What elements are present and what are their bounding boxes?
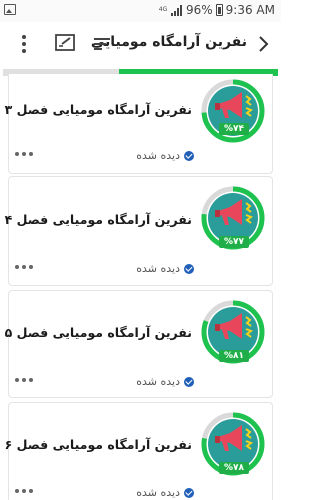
gallery-icon bbox=[4, 4, 16, 15]
seen-status: دیده شده bbox=[136, 149, 194, 162]
more-options-icon[interactable] bbox=[15, 152, 35, 160]
check-circle-icon bbox=[184, 263, 194, 274]
check-circle-icon bbox=[184, 376, 194, 387]
seen-status: دیده شده bbox=[136, 262, 194, 275]
seen-label: دیده شده bbox=[136, 262, 180, 275]
status-bar-right: 4G 96% 9:36 AM bbox=[158, 3, 275, 17]
more-options-icon[interactable] bbox=[15, 378, 35, 386]
progress-badge: %۸۱ bbox=[218, 350, 249, 362]
battery-percent: 96% bbox=[186, 3, 213, 17]
clock: 9:36 AM bbox=[225, 3, 275, 17]
signal-icon bbox=[171, 4, 183, 16]
battery-icon bbox=[215, 4, 223, 16]
seen-label: دیده شده bbox=[136, 375, 180, 388]
back-chevron-icon[interactable] bbox=[253, 34, 273, 54]
seen-status: دیده شده bbox=[136, 486, 194, 499]
app-bar: نفرین آرامگاه مومیایی bbox=[0, 22, 281, 66]
check-circle-icon bbox=[184, 487, 194, 498]
note-edit-icon[interactable] bbox=[54, 32, 76, 54]
episode-title: نفرین آرامگاه مومیایی فصل ۴ bbox=[4, 212, 192, 227]
seen-label: دیده شده bbox=[136, 149, 180, 162]
sort-icon[interactable] bbox=[92, 34, 112, 54]
episode-card[interactable]: %۸۱ نفرین آرامگاه مومیایی فصل ۵ دیده شده bbox=[4, 290, 273, 398]
progress-badge: %۷۴ bbox=[218, 123, 249, 135]
seen-status: دیده شده bbox=[136, 375, 194, 388]
episode-card[interactable]: %۷۷ نفرین آرامگاه مومیایی فصل ۴ دیده شده bbox=[4, 176, 273, 286]
progress-badge: %۷۸ bbox=[218, 462, 249, 474]
episode-card[interactable]: %۷۴ نفرین آرامگاه مومیایی فصل ۳ دیده شده bbox=[4, 74, 273, 174]
progress-badge: %۷۷ bbox=[218, 236, 249, 248]
episode-title: نفرین آرامگاه مومیایی فصل ۳ bbox=[4, 102, 192, 117]
episode-title: نفرین آرامگاه مومیایی فصل ۵ bbox=[4, 325, 192, 340]
more-vert-icon[interactable] bbox=[18, 33, 30, 55]
more-options-icon[interactable] bbox=[15, 489, 35, 497]
check-circle-icon bbox=[184, 150, 194, 161]
episode-title: نفرین آرامگاه مومیایی فصل ۶ bbox=[4, 437, 192, 452]
more-options-icon[interactable] bbox=[15, 265, 35, 273]
status-bar: 4G 96% 9:36 AM bbox=[0, 0, 281, 22]
episode-card[interactable]: %۷۸ نفرین آرامگاه مومیایی فصل ۶ دیده شده bbox=[4, 402, 273, 500]
network-type: 4G bbox=[158, 6, 168, 13]
page-title: نفرین آرامگاه مومیایی bbox=[90, 34, 247, 50]
seen-label: دیده شده bbox=[136, 486, 180, 499]
